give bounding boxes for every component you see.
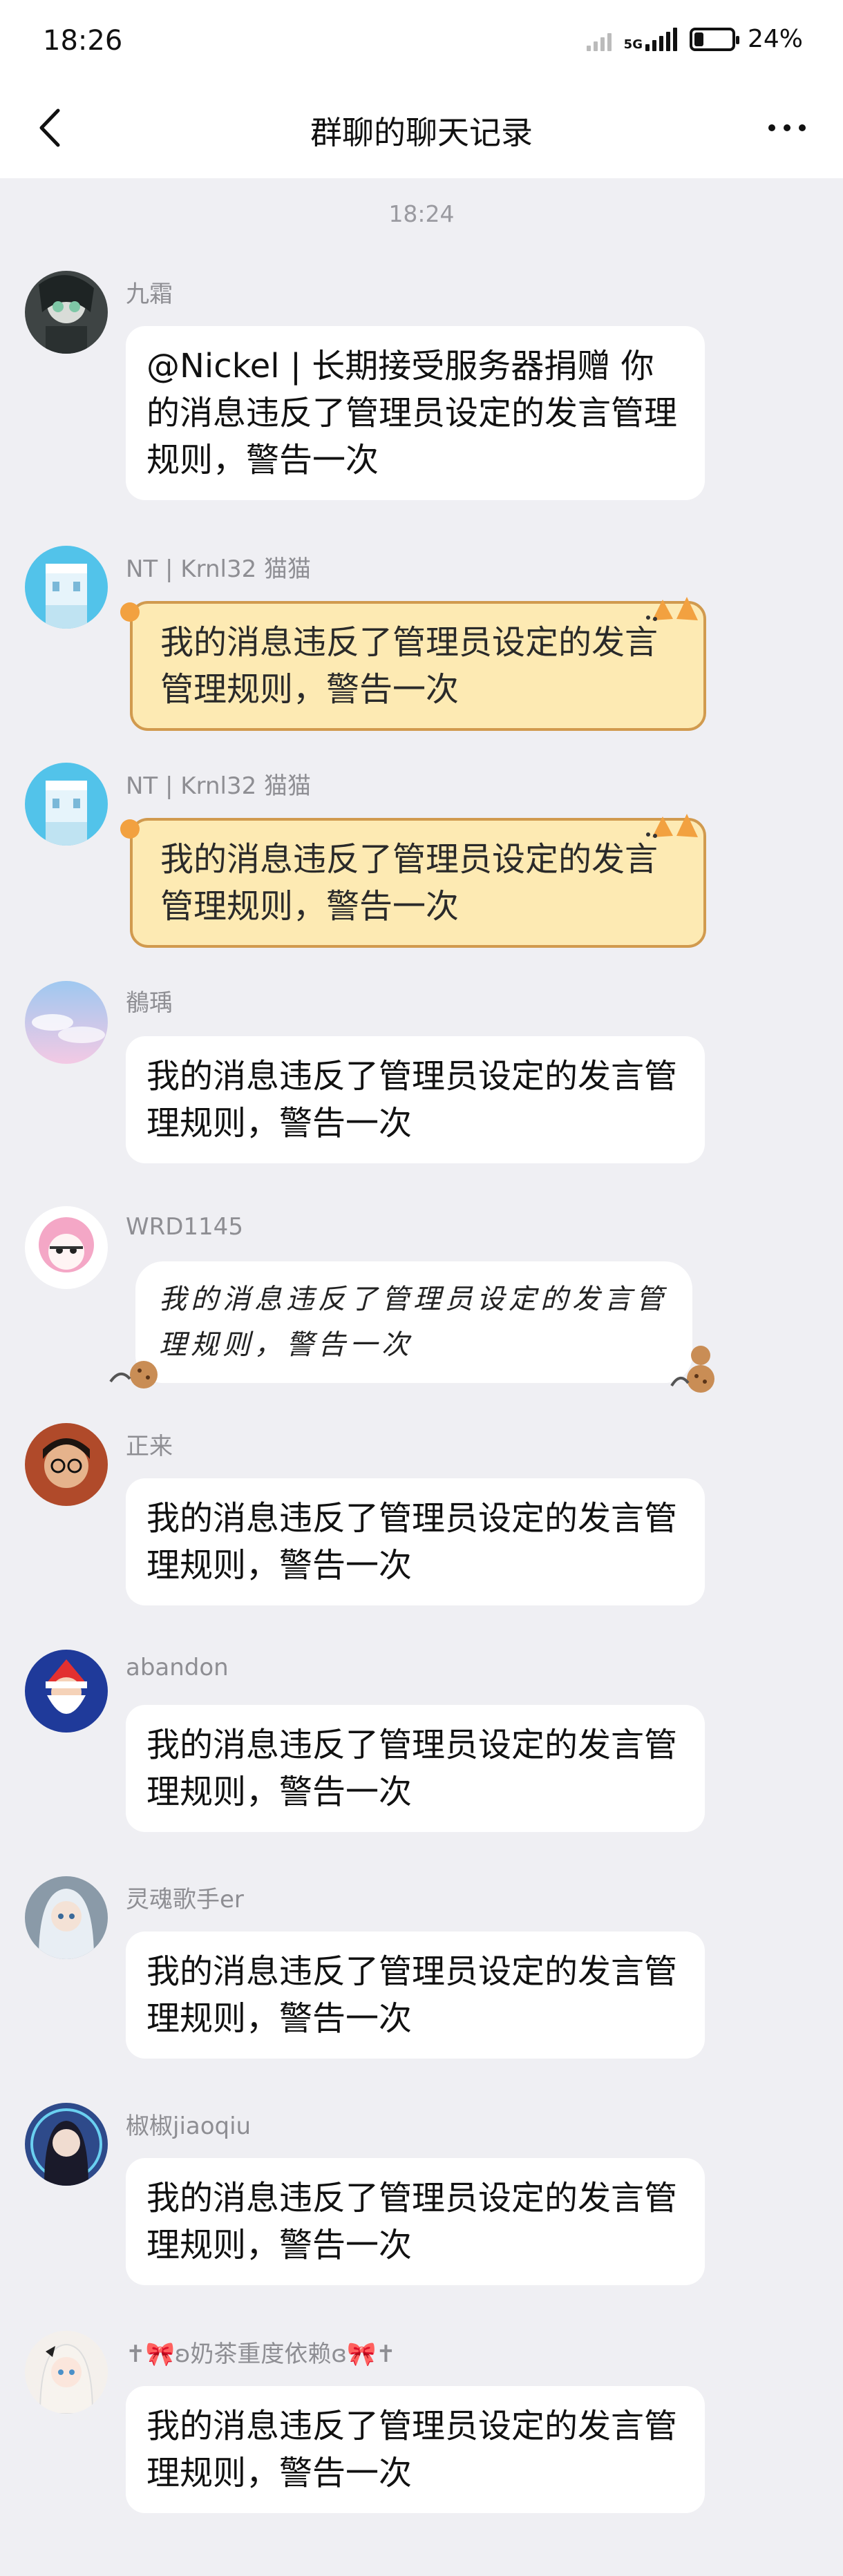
avatar[interactable]: [25, 1206, 108, 1289]
cellular-signal-icon: 5G: [623, 27, 677, 52]
avatar[interactable]: [25, 271, 108, 354]
network-type: 5G: [623, 37, 643, 52]
status-time: 18:26: [43, 25, 123, 57]
message-bubble[interactable]: 我的消息违反了管理员设定的发言管理规则，警告一次: [126, 2386, 705, 2513]
message-bubble[interactable]: 我的消息违反了管理员设定的发言管理规则，警告一次: [126, 1931, 705, 2059]
message-timestamp: 18:24: [388, 200, 455, 227]
cookie-decoration-icon: [670, 1346, 714, 1393]
battery-icon: [689, 27, 739, 51]
more-dots-icon: [768, 124, 775, 131]
status-icons: 5G 24%: [586, 25, 803, 53]
more-button[interactable]: [763, 111, 811, 145]
battery-percent: 24%: [747, 25, 803, 53]
message-bubble[interactable]: 我的消息违反了管理员设定的发言管理规则，警告一次: [126, 1478, 705, 1605]
avatar[interactable]: [25, 981, 108, 1064]
avatar[interactable]: [25, 2331, 108, 2414]
message-bubble[interactable]: 我的消息违反了管理员设定的发言管理规则，警告一次: [130, 601, 706, 731]
wifi-signal-icon: [586, 28, 612, 51]
avatar[interactable]: [25, 1423, 108, 1506]
message-bubble[interactable]: 我的消息违反了管理员设定的发言管理规则，警告一次: [130, 818, 706, 948]
paw-icon: [120, 602, 140, 622]
message-bubble[interactable]: 我的消息违反了管理员设定的发言管理规则，警告一次: [126, 1036, 705, 1163]
sender-name: 鶺瑀: [126, 989, 173, 1017]
message-bubble[interactable]: @Nickel | 长期接受服务器捐赠 你的消息违反了管理员设定的发言管理规则，…: [126, 326, 705, 500]
sender-name: 椒椒jiaoqiu: [126, 2112, 252, 2140]
avatar[interactable]: [25, 546, 108, 629]
avatar[interactable]: [25, 1876, 108, 1959]
avatar[interactable]: [25, 1650, 108, 1733]
cookie-decoration-icon: [109, 1361, 158, 1389]
sender-name: NT | Krnl32 猫猫: [126, 772, 312, 800]
status-bar: 18:26 5G 24%: [0, 0, 843, 83]
message-bubble[interactable]: 我的消息违反了管理员设定的发言管理规则，警告一次: [126, 2158, 705, 2285]
cat-ears-icon: [646, 597, 698, 621]
paw-icon: [120, 819, 140, 839]
sender-name: 正来: [126, 1433, 173, 1460]
avatar[interactable]: [25, 763, 108, 846]
sender-name: 灵魂歌手er: [126, 1886, 244, 1914]
cat-ears-icon: [646, 814, 698, 838]
sender-name: 九霜: [126, 280, 173, 308]
message-bubble[interactable]: 我的消息违反了管理员设定的发言管理规则，警告一次: [135, 1261, 692, 1383]
sender-name: abandon: [126, 1654, 229, 1681]
sender-name: WRD1145: [126, 1213, 243, 1241]
avatar[interactable]: [25, 2103, 108, 2186]
sender-name: ✝🎀ʚ奶茶重度依赖ɞ🎀✝: [126, 2340, 396, 2368]
nav-bar: 群聊的聊天记录: [0, 83, 843, 178]
message-bubble[interactable]: 我的消息违反了管理员设定的发言管理规则，警告一次: [126, 1705, 705, 1832]
sender-name: NT | Krnl32 猫猫: [126, 555, 312, 583]
page-title: 群聊的聊天记录: [310, 114, 533, 151]
